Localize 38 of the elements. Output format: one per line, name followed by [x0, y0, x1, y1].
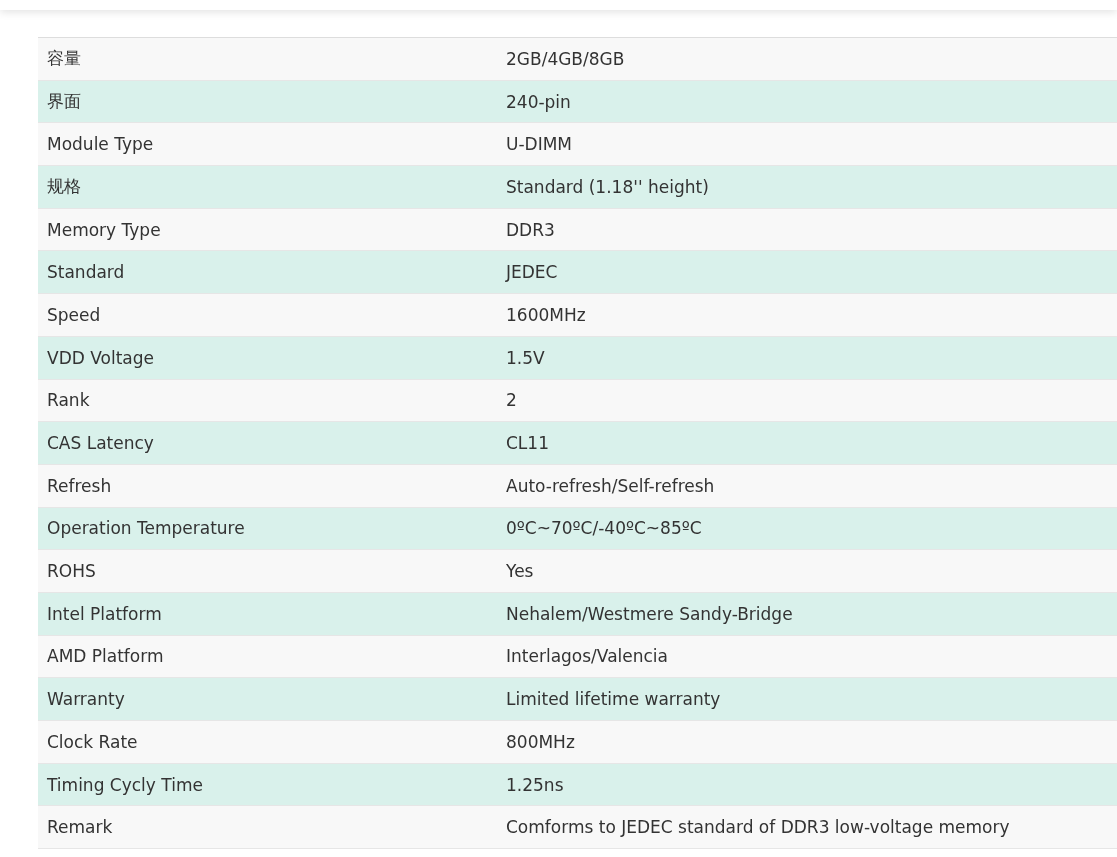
spec-value-cell: Comforms to JEDEC standard of DDR3 low-voltage memory — [497, 805, 1117, 849]
spec-value-cell: Standard (1.18'' height) — [497, 165, 1117, 209]
spec-label-cell: Memory Type — [38, 208, 497, 251]
spec-label-cell: ROHS — [38, 549, 497, 593]
spec-value-cell: DDR3 — [497, 208, 1117, 251]
spec-value-cell: JEDEC — [497, 250, 1117, 294]
spec-value-cell: 1.25ns — [497, 763, 1117, 806]
spec-label-cell: Refresh — [38, 464, 497, 508]
spec-label-cell: Rank — [38, 379, 497, 422]
spec-label-cell: CAS Latency — [38, 421, 497, 465]
spec-value-cell: U-DIMM — [497, 122, 1117, 166]
spec-label-cell: 容量 — [38, 37, 497, 81]
spec-value-cell: 1.5V — [497, 336, 1117, 379]
spec-label-cell: Clock Rate — [38, 720, 497, 764]
spec-label-cell: Remark — [38, 805, 497, 849]
spec-label-cell: 界面 — [38, 80, 497, 123]
spec-value-cell: 0ºC~70ºC/-40ºC~85ºC — [497, 507, 1117, 550]
spec-label-cell: VDD Voltage — [38, 336, 497, 379]
spec-value-cell: Yes — [497, 549, 1117, 593]
spec-value-cell: Nehalem/Westmere Sandy-Bridge — [497, 592, 1117, 636]
spec-value-cell: 2GB/4GB/8GB — [497, 37, 1117, 81]
spec-value-cell: 800MHz — [497, 720, 1117, 764]
spec-label-cell: Warranty — [38, 677, 497, 721]
spec-label-cell: Module Type — [38, 122, 497, 166]
spec-value-cell: Auto-refresh/Self-refresh — [497, 464, 1117, 508]
spec-label-cell: Standard — [38, 250, 497, 294]
spec-label-cell: Speed — [38, 293, 497, 337]
spec-label-cell: Operation Temperature — [38, 507, 497, 550]
spec-value-cell: CL11 — [497, 421, 1117, 465]
spec-value-cell: 1600MHz — [497, 293, 1117, 337]
spec-value-cell: 2 — [497, 379, 1117, 422]
spec-label-cell: 规格 — [38, 165, 497, 209]
spec-label-cell: Timing Cycly Time — [38, 763, 497, 806]
spec-value-cell: Limited lifetime warranty — [497, 677, 1117, 721]
spec-value-cell: 240-pin — [497, 80, 1117, 123]
spec-value-cell: Interlagos/Valencia — [497, 635, 1117, 678]
spec-label-cell: AMD Platform — [38, 635, 497, 678]
spec-label-cell: Intel Platform — [38, 592, 497, 636]
